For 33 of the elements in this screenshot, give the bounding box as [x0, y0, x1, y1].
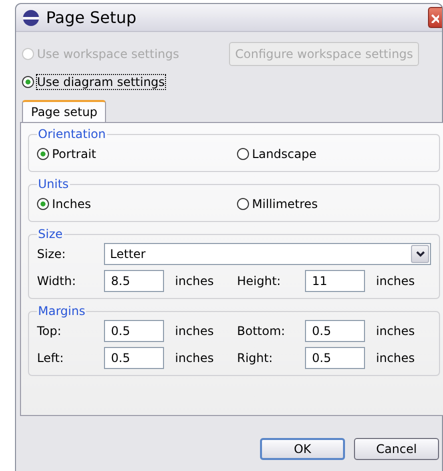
size-dropdown[interactable]: Letter [104, 243, 431, 265]
field-label: Size: [37, 247, 67, 261]
radio-label[interactable]: Millimetres [252, 197, 318, 211]
radio-label[interactable]: Portrait [52, 147, 96, 161]
unit-label: inches [174, 274, 215, 288]
unit-label: inches [375, 324, 416, 338]
unit-label: inches [375, 274, 416, 288]
input-field[interactable]: 0.5 [104, 320, 164, 342]
field-label: Right: [237, 351, 274, 365]
unit-label: inches [174, 351, 215, 365]
input-field[interactable]: 0.5 [305, 320, 365, 342]
field-label: Top: [37, 324, 62, 338]
tab[interactable]: Page setup [22, 100, 106, 122]
input-field[interactable]: 0.5 [305, 347, 365, 369]
field-label: Left: [37, 351, 65, 365]
input-field[interactable]: 0.5 [104, 347, 164, 369]
window-title: Page Setup [46, 8, 136, 27]
unit-label: inches [174, 324, 215, 338]
dialog-button[interactable]: OK [260, 438, 345, 460]
dialog-button[interactable]: Cancel [354, 438, 439, 460]
radio-label[interactable]: Landscape [252, 147, 316, 161]
input-field[interactable]: 8.5 [104, 270, 164, 292]
group-title: Margins [37, 304, 86, 318]
unit-label: inches [375, 351, 416, 365]
radio-label[interactable]: Inches [52, 197, 91, 211]
field-label: Height: [237, 274, 282, 288]
field-label: Width: [37, 274, 77, 288]
group-title: Units [37, 177, 70, 191]
input-field[interactable]: 11 [305, 270, 365, 292]
field-label: Bottom: [237, 324, 286, 338]
radio-label[interactable]: Use diagram settings [37, 75, 165, 89]
group-title: Size [37, 227, 64, 241]
group-title: Orientation [37, 127, 107, 141]
